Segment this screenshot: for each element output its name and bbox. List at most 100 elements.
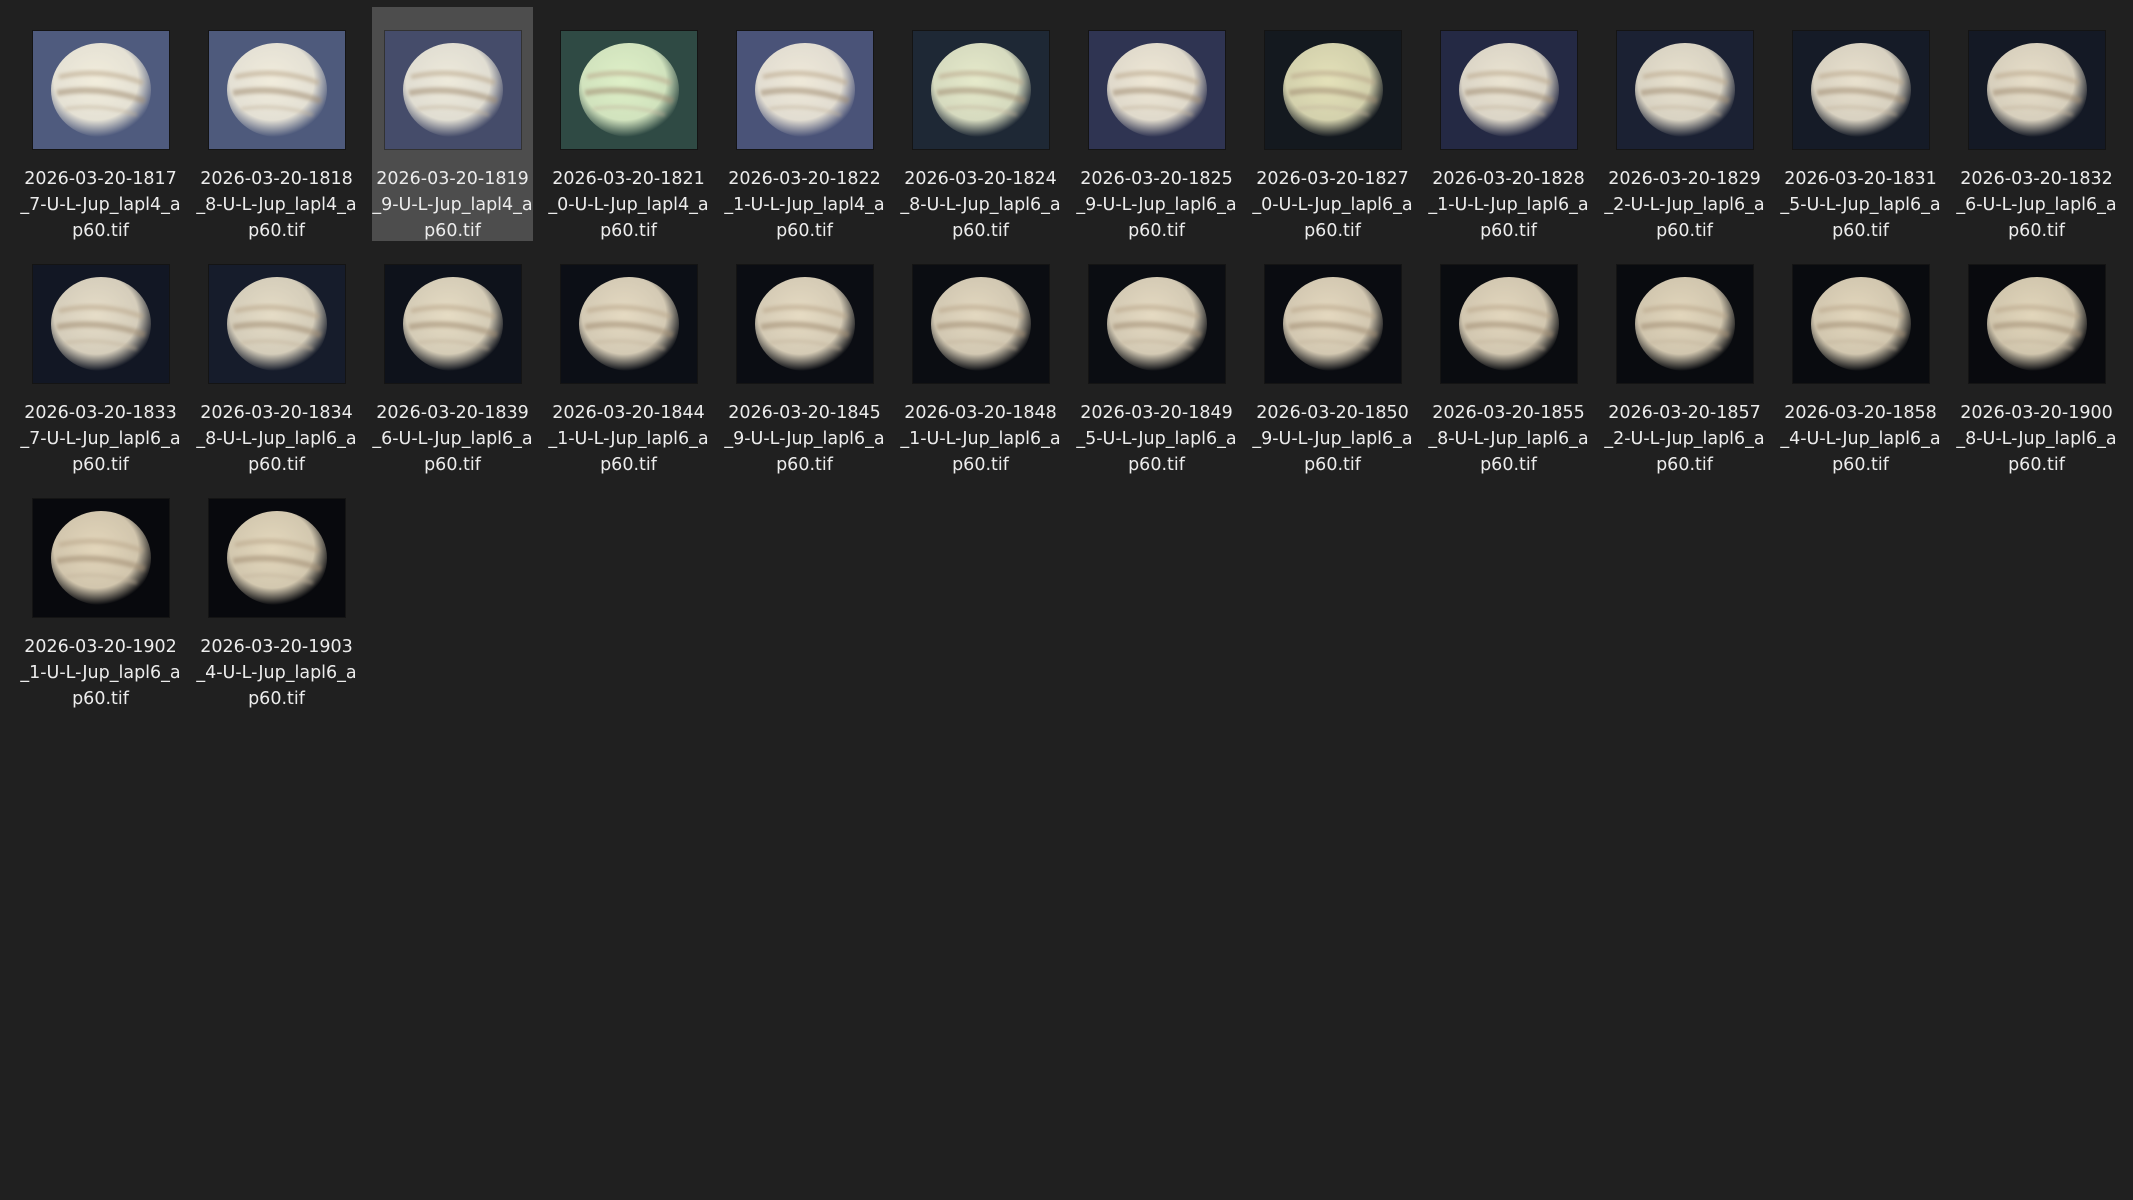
- file-grid: 2026-03-20-1817_7-U-L-Jup_lapl4_ap60.tif…: [20, 7, 2120, 709]
- file-item[interactable]: 2026-03-20-1845_9-U-L-Jup_lapl6_ap60.tif: [724, 241, 885, 475]
- file-thumbnail[interactable]: [32, 31, 169, 149]
- jupiter-thumbnail-icon: [1616, 31, 1753, 149]
- file-item[interactable]: 2026-03-20-1827_0-U-L-Jup_lapl6_ap60.tif: [1252, 7, 1413, 241]
- file-thumbnail[interactable]: [912, 31, 1049, 149]
- file-thumbnail[interactable]: [1264, 265, 1401, 383]
- file-name-label[interactable]: 2026-03-20-1822_1-U-L-Jup_lapl4_ap60.tif: [724, 166, 885, 244]
- jupiter-thumbnail-icon: [208, 31, 345, 149]
- file-name-label[interactable]: 2026-03-20-1818_8-U-L-Jup_lapl4_ap60.tif: [196, 166, 357, 244]
- file-item[interactable]: 2026-03-20-1817_7-U-L-Jup_lapl4_ap60.tif: [20, 7, 181, 241]
- file-name-label[interactable]: 2026-03-20-1845_9-U-L-Jup_lapl6_ap60.tif: [724, 400, 885, 478]
- file-item[interactable]: 2026-03-20-1855_8-U-L-Jup_lapl6_ap60.tif: [1428, 241, 1589, 475]
- file-item[interactable]: 2026-03-20-1829_2-U-L-Jup_lapl6_ap60.tif: [1604, 7, 1765, 241]
- jupiter-thumbnail-icon: [1088, 265, 1225, 383]
- file-thumbnail[interactable]: [1792, 265, 1929, 383]
- file-thumbnail[interactable]: [1440, 265, 1577, 383]
- file-thumbnail[interactable]: [1440, 31, 1577, 149]
- file-name-label[interactable]: 2026-03-20-1839_6-U-L-Jup_lapl6_ap60.tif: [372, 400, 533, 478]
- file-item[interactable]: 2026-03-20-1831_5-U-L-Jup_lapl6_ap60.tif: [1780, 7, 1941, 241]
- file-thumbnail[interactable]: [32, 265, 169, 383]
- jupiter-thumbnail-icon: [1968, 265, 2105, 383]
- file-item[interactable]: 2026-03-20-1903_4-U-L-Jup_lapl6_ap60.tif: [196, 475, 357, 709]
- jupiter-thumbnail-icon: [560, 265, 697, 383]
- file-thumbnail[interactable]: [736, 265, 873, 383]
- file-thumbnail[interactable]: [1088, 31, 1225, 149]
- file-item[interactable]: 2026-03-20-1900_8-U-L-Jup_lapl6_ap60.tif: [1956, 241, 2117, 475]
- file-name-label[interactable]: 2026-03-20-1902_1-U-L-Jup_lapl6_ap60.tif: [20, 634, 181, 712]
- file-item[interactable]: 2026-03-20-1858_4-U-L-Jup_lapl6_ap60.tif: [1780, 241, 1941, 475]
- jupiter-thumbnail-icon: [912, 265, 1049, 383]
- jupiter-thumbnail-icon: [1616, 265, 1753, 383]
- file-item[interactable]: 2026-03-20-1821_0-U-L-Jup_lapl4_ap60.tif: [548, 7, 709, 241]
- file-thumbnail[interactable]: [912, 265, 1049, 383]
- file-item[interactable]: 2026-03-20-1839_6-U-L-Jup_lapl6_ap60.tif: [372, 241, 533, 475]
- file-thumbnail[interactable]: [560, 31, 697, 149]
- file-name-label[interactable]: 2026-03-20-1900_8-U-L-Jup_lapl6_ap60.tif: [1956, 400, 2117, 478]
- jupiter-thumbnail-icon: [384, 265, 521, 383]
- jupiter-thumbnail-icon: [32, 265, 169, 383]
- file-item[interactable]: 2026-03-20-1818_8-U-L-Jup_lapl4_ap60.tif: [196, 7, 357, 241]
- file-item[interactable]: 2026-03-20-1825_9-U-L-Jup_lapl6_ap60.tif: [1076, 7, 1237, 241]
- jupiter-thumbnail-icon: [32, 31, 169, 149]
- file-thumbnail[interactable]: [560, 265, 697, 383]
- file-name-label[interactable]: 2026-03-20-1825_9-U-L-Jup_lapl6_ap60.tif: [1076, 166, 1237, 244]
- jupiter-thumbnail-icon: [912, 31, 1049, 149]
- file-name-label[interactable]: 2026-03-20-1855_8-U-L-Jup_lapl6_ap60.tif: [1428, 400, 1589, 478]
- jupiter-thumbnail-icon: [1264, 31, 1401, 149]
- file-thumbnail[interactable]: [1968, 31, 2105, 149]
- jupiter-thumbnail-icon: [32, 499, 169, 617]
- jupiter-thumbnail-icon: [384, 31, 521, 149]
- jupiter-thumbnail-icon: [1264, 265, 1401, 383]
- file-name-label[interactable]: 2026-03-20-1829_2-U-L-Jup_lapl6_ap60.tif: [1604, 166, 1765, 244]
- file-item[interactable]: 2026-03-20-1833_7-U-L-Jup_lapl6_ap60.tif: [20, 241, 181, 475]
- file-item[interactable]: 2026-03-20-1850_9-U-L-Jup_lapl6_ap60.tif: [1252, 241, 1413, 475]
- file-item[interactable]: 2026-03-20-1828_1-U-L-Jup_lapl6_ap60.tif: [1428, 7, 1589, 241]
- file-name-label[interactable]: 2026-03-20-1828_1-U-L-Jup_lapl6_ap60.tif: [1428, 166, 1589, 244]
- file-name-label[interactable]: 2026-03-20-1848_1-U-L-Jup_lapl6_ap60.tif: [900, 400, 1061, 478]
- file-name-label[interactable]: 2026-03-20-1834_8-U-L-Jup_lapl6_ap60.tif: [196, 400, 357, 478]
- file-thumbnail[interactable]: [1088, 265, 1225, 383]
- file-thumbnail[interactable]: [208, 265, 345, 383]
- jupiter-thumbnail-icon: [736, 31, 873, 149]
- jupiter-thumbnail-icon: [1968, 31, 2105, 149]
- file-name-label[interactable]: 2026-03-20-1857_2-U-L-Jup_lapl6_ap60.tif: [1604, 400, 1765, 478]
- file-thumbnail[interactable]: [1264, 31, 1401, 149]
- file-name-label[interactable]: 2026-03-20-1850_9-U-L-Jup_lapl6_ap60.tif: [1252, 400, 1413, 478]
- jupiter-thumbnail-icon: [560, 31, 697, 149]
- file-thumbnail[interactable]: [384, 265, 521, 383]
- file-item[interactable]: 2026-03-20-1834_8-U-L-Jup_lapl6_ap60.tif: [196, 241, 357, 475]
- file-name-label[interactable]: 2026-03-20-1817_7-U-L-Jup_lapl4_ap60.tif: [20, 166, 181, 244]
- file-name-label[interactable]: 2026-03-20-1819_9-U-L-Jup_lapl4_ap60.tif: [372, 166, 533, 244]
- file-item[interactable]: 2026-03-20-1819_9-U-L-Jup_lapl4_ap60.tif: [372, 7, 533, 241]
- file-thumbnail[interactable]: [1616, 265, 1753, 383]
- file-thumbnail[interactable]: [384, 31, 521, 149]
- file-name-label[interactable]: 2026-03-20-1833_7-U-L-Jup_lapl6_ap60.tif: [20, 400, 181, 478]
- file-name-label[interactable]: 2026-03-20-1858_4-U-L-Jup_lapl6_ap60.tif: [1780, 400, 1941, 478]
- file-name-label[interactable]: 2026-03-20-1849_5-U-L-Jup_lapl6_ap60.tif: [1076, 400, 1237, 478]
- file-name-label[interactable]: 2026-03-20-1831_5-U-L-Jup_lapl6_ap60.tif: [1780, 166, 1941, 244]
- file-name-label[interactable]: 2026-03-20-1824_8-U-L-Jup_lapl6_ap60.tif: [900, 166, 1061, 244]
- file-item[interactable]: 2026-03-20-1849_5-U-L-Jup_lapl6_ap60.tif: [1076, 241, 1237, 475]
- file-thumbnail[interactable]: [1616, 31, 1753, 149]
- file-name-label[interactable]: 2026-03-20-1832_6-U-L-Jup_lapl6_ap60.tif: [1956, 166, 2117, 244]
- file-name-label[interactable]: 2026-03-20-1903_4-U-L-Jup_lapl6_ap60.tif: [196, 634, 357, 712]
- file-thumbnail[interactable]: [1792, 31, 1929, 149]
- file-thumbnail[interactable]: [736, 31, 873, 149]
- file-thumbnail[interactable]: [1968, 265, 2105, 383]
- jupiter-thumbnail-icon: [736, 265, 873, 383]
- file-thumbnail[interactable]: [32, 499, 169, 617]
- jupiter-thumbnail-icon: [1440, 31, 1577, 149]
- file-name-label[interactable]: 2026-03-20-1844_1-U-L-Jup_lapl6_ap60.tif: [548, 400, 709, 478]
- file-item[interactable]: 2026-03-20-1822_1-U-L-Jup_lapl4_ap60.tif: [724, 7, 885, 241]
- file-item[interactable]: 2026-03-20-1902_1-U-L-Jup_lapl6_ap60.tif: [20, 475, 181, 709]
- file-item[interactable]: 2026-03-20-1857_2-U-L-Jup_lapl6_ap60.tif: [1604, 241, 1765, 475]
- file-name-label[interactable]: 2026-03-20-1827_0-U-L-Jup_lapl6_ap60.tif: [1252, 166, 1413, 244]
- file-item[interactable]: 2026-03-20-1832_6-U-L-Jup_lapl6_ap60.tif: [1956, 7, 2117, 241]
- file-item[interactable]: 2026-03-20-1848_1-U-L-Jup_lapl6_ap60.tif: [900, 241, 1061, 475]
- file-name-label[interactable]: 2026-03-20-1821_0-U-L-Jup_lapl4_ap60.tif: [548, 166, 709, 244]
- file-thumbnail[interactable]: [208, 31, 345, 149]
- file-thumbnail[interactable]: [208, 499, 345, 617]
- file-item[interactable]: 2026-03-20-1824_8-U-L-Jup_lapl6_ap60.tif: [900, 7, 1061, 241]
- file-item[interactable]: 2026-03-20-1844_1-U-L-Jup_lapl6_ap60.tif: [548, 241, 709, 475]
- jupiter-thumbnail-icon: [208, 499, 345, 617]
